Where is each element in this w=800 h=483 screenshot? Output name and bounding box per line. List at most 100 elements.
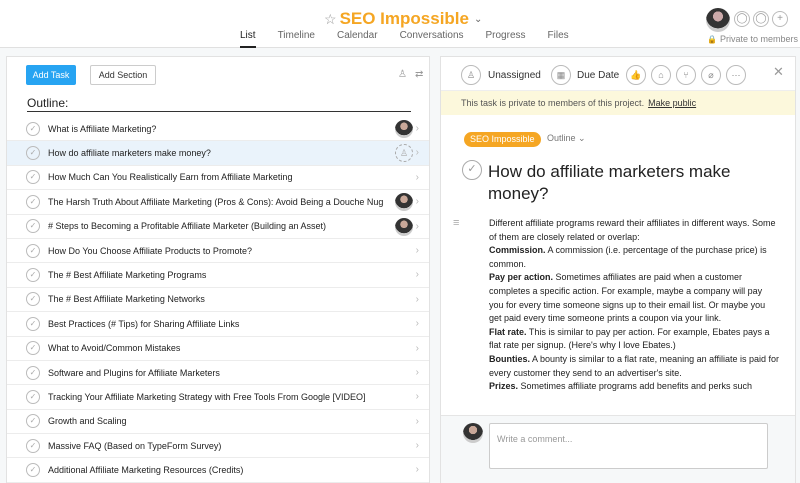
task-name[interactable]: The Harsh Truth About Affiliate Marketin…: [48, 197, 388, 207]
avatar[interactable]: [395, 120, 413, 138]
tab-timeline[interactable]: Timeline: [278, 30, 315, 48]
avatar[interactable]: [395, 217, 413, 236]
section-dropdown-label: Outline: [547, 133, 576, 143]
task-name[interactable]: Tracking Your Affiliate Marketing Strate…: [48, 392, 388, 402]
attachment-icon[interactable]: ⌀: [701, 65, 721, 85]
assignee-label[interactable]: Unassigned: [488, 70, 541, 81]
add-section-button[interactable]: Add Section: [90, 65, 156, 85]
task-description[interactable]: Different affiliate programs reward thei…: [489, 217, 779, 417]
task-row[interactable]: ✓ How Do You Choose Affiliate Products to…: [7, 239, 429, 264]
chevron-right-icon: ›: [415, 147, 419, 159]
like-icon[interactable]: 👍: [626, 65, 646, 85]
check-icon[interactable]: ✓: [26, 146, 40, 161]
check-icon[interactable]: ✓: [26, 268, 40, 283]
task-row[interactable]: ✓ Tracking Your Affiliate Marketing Strat…: [7, 385, 429, 410]
task-row[interactable]: ✓ Growth and Scaling ›: [7, 410, 429, 435]
calendar-icon[interactable]: ▦: [551, 65, 571, 85]
description-text: Different affiliate programs reward thei…: [489, 218, 776, 242]
task-name[interactable]: How Much Can You Realistically Earn from…: [48, 172, 388, 182]
add-member-icon[interactable]: +: [772, 11, 788, 27]
member-placeholder-icon[interactable]: ◯: [734, 11, 750, 27]
tab-conversations[interactable]: Conversations: [400, 30, 464, 48]
task-row[interactable]: ✓ The # Best Affiliate Marketing Networks…: [7, 288, 429, 313]
task-name[interactable]: # Steps to Becoming a Profitable Affilia…: [48, 221, 388, 231]
tab-files[interactable]: Files: [548, 30, 569, 48]
detail-toolbar: ♙ Unassigned ▦ Due Date 👍 ⌂ ⑂ ⌀ ⋯ ✕: [441, 57, 795, 91]
make-public-link[interactable]: Make public: [648, 98, 696, 108]
check-icon[interactable]: ✓: [26, 365, 40, 380]
check-icon[interactable]: ✓: [26, 414, 40, 429]
task-name[interactable]: What to Avoid/Common Mistakes: [48, 343, 388, 353]
check-icon[interactable]: ✓: [26, 292, 40, 307]
comment-input[interactable]: Write a comment...: [489, 423, 768, 469]
task-name[interactable]: Best Practices (# Tips) for Sharing Affi…: [48, 319, 388, 329]
task-name[interactable]: The # Best Affiliate Marketing Networks: [48, 294, 388, 304]
tab-calendar[interactable]: Calendar: [337, 30, 378, 48]
chevron-down-icon: ⌄: [578, 133, 586, 143]
task-row[interactable]: ✓ The # Best Affiliate Marketing Programs…: [7, 263, 429, 288]
task-title[interactable]: How do affiliate marketers make money?: [488, 161, 778, 205]
task-row[interactable]: ✓ How do affiliate marketers make money? ♙…: [7, 141, 429, 166]
description-text: Sometimes affiliate programs add benefit…: [518, 381, 752, 392]
tab-progress[interactable]: Progress: [486, 30, 526, 48]
check-icon[interactable]: ✓: [26, 463, 40, 478]
close-icon[interactable]: ✕: [773, 64, 784, 80]
task-row[interactable]: ✓ Best Practices (# Tips) for Sharing Aff…: [7, 312, 429, 337]
private-notice: This task is private to members of this …: [441, 91, 795, 115]
due-date-label[interactable]: Due Date: [577, 70, 619, 81]
task-row[interactable]: ✓ Additional Affiliate Marketing Resource…: [7, 458, 429, 483]
add-task-button[interactable]: Add Task: [26, 65, 76, 85]
subtask-icon[interactable]: ⑂: [676, 65, 696, 85]
task-name[interactable]: Software and Plugins for Affiliate Marke…: [48, 368, 388, 378]
lock-icon: 🔒: [707, 35, 717, 44]
chevron-right-icon: ›: [415, 318, 419, 330]
check-icon[interactable]: ✓: [26, 243, 40, 258]
task-name[interactable]: The # Best Affiliate Marketing Programs: [48, 270, 388, 280]
assignee-icon[interactable]: ♙: [461, 65, 481, 85]
avatar[interactable]: [395, 193, 413, 212]
check-icon[interactable]: ✓: [26, 121, 40, 136]
check-icon[interactable]: ✓: [26, 170, 40, 185]
member-placeholder-icon[interactable]: ◯: [753, 11, 769, 27]
star-icon[interactable]: ☆: [324, 11, 337, 28]
person-icon[interactable]: ♙: [398, 69, 407, 80]
privacy-setting[interactable]: 🔒 Private to members: [707, 34, 798, 44]
task-name[interactable]: How Do You Choose Affiliate Products to …: [48, 246, 388, 256]
complete-task-checkbox[interactable]: ✓: [462, 160, 482, 180]
chevron-down-icon[interactable]: ⌄: [474, 14, 482, 25]
check-icon[interactable]: ✓: [26, 219, 40, 234]
assignee-icon[interactable]: ♙: [395, 144, 413, 163]
task-row[interactable]: ✓ Software and Plugins for Affiliate Mark…: [7, 361, 429, 386]
check-icon[interactable]: ✓: [26, 194, 40, 209]
task-list: ✓ What is Affiliate Marketing? › ✓ How do af…: [7, 117, 429, 483]
check-icon[interactable]: ✓: [26, 438, 40, 453]
more-options-icon[interactable]: ⋯: [726, 65, 746, 85]
check-icon[interactable]: ✓: [26, 389, 40, 404]
task-row[interactable]: ✓ How Much Can You Realistically Earn fro…: [7, 166, 429, 191]
task-name[interactable]: Massive FAQ (Based on TypeForm Survey): [48, 441, 388, 451]
check-icon[interactable]: ✓: [26, 316, 40, 331]
task-row[interactable]: ✓ The Harsh Truth About Affiliate Marketi…: [7, 190, 429, 215]
check-icon[interactable]: ✓: [26, 341, 40, 356]
task-row[interactable]: ✓ # Steps to Becoming a Profitable Affili…: [7, 215, 429, 239]
task-name[interactable]: Growth and Scaling: [48, 416, 388, 426]
task-row[interactable]: ✓ What to Avoid/Common Mistakes ›: [7, 337, 429, 361]
task-name[interactable]: What is Affiliate Marketing?: [48, 124, 388, 134]
section-header[interactable]: Outline:: [27, 96, 411, 112]
sort-icon[interactable]: ⇄: [415, 69, 423, 80]
task-row[interactable]: ✓ Massive FAQ (Based on TypeForm Survey) ›: [7, 434, 429, 459]
chevron-right-icon: ›: [415, 342, 419, 354]
avatar[interactable]: [706, 8, 730, 32]
private-notice-text: This task is private to members of this …: [461, 98, 645, 108]
task-name[interactable]: How do affiliate marketers make money?: [48, 148, 388, 158]
project-title[interactable]: ☆ SEO Impossible ⌄: [324, 9, 482, 29]
chevron-right-icon: ›: [415, 171, 419, 183]
task-detail-pane: ♙ Unassigned ▦ Due Date 👍 ⌂ ⑂ ⌀ ⋯ ✕ This…: [440, 56, 796, 483]
task-name[interactable]: Additional Affiliate Marketing Resources…: [48, 465, 388, 475]
tab-list[interactable]: List: [240, 30, 256, 48]
tag-icon[interactable]: ⌂: [651, 65, 671, 85]
project-badge[interactable]: SEO Impossible: [464, 132, 541, 147]
task-row[interactable]: ✓ What is Affiliate Marketing? ›: [7, 117, 429, 142]
top-bar: ☆ SEO Impossible ⌄ List Timeline Calendar C…: [0, 0, 800, 48]
section-dropdown[interactable]: Outline ⌄: [547, 133, 586, 144]
